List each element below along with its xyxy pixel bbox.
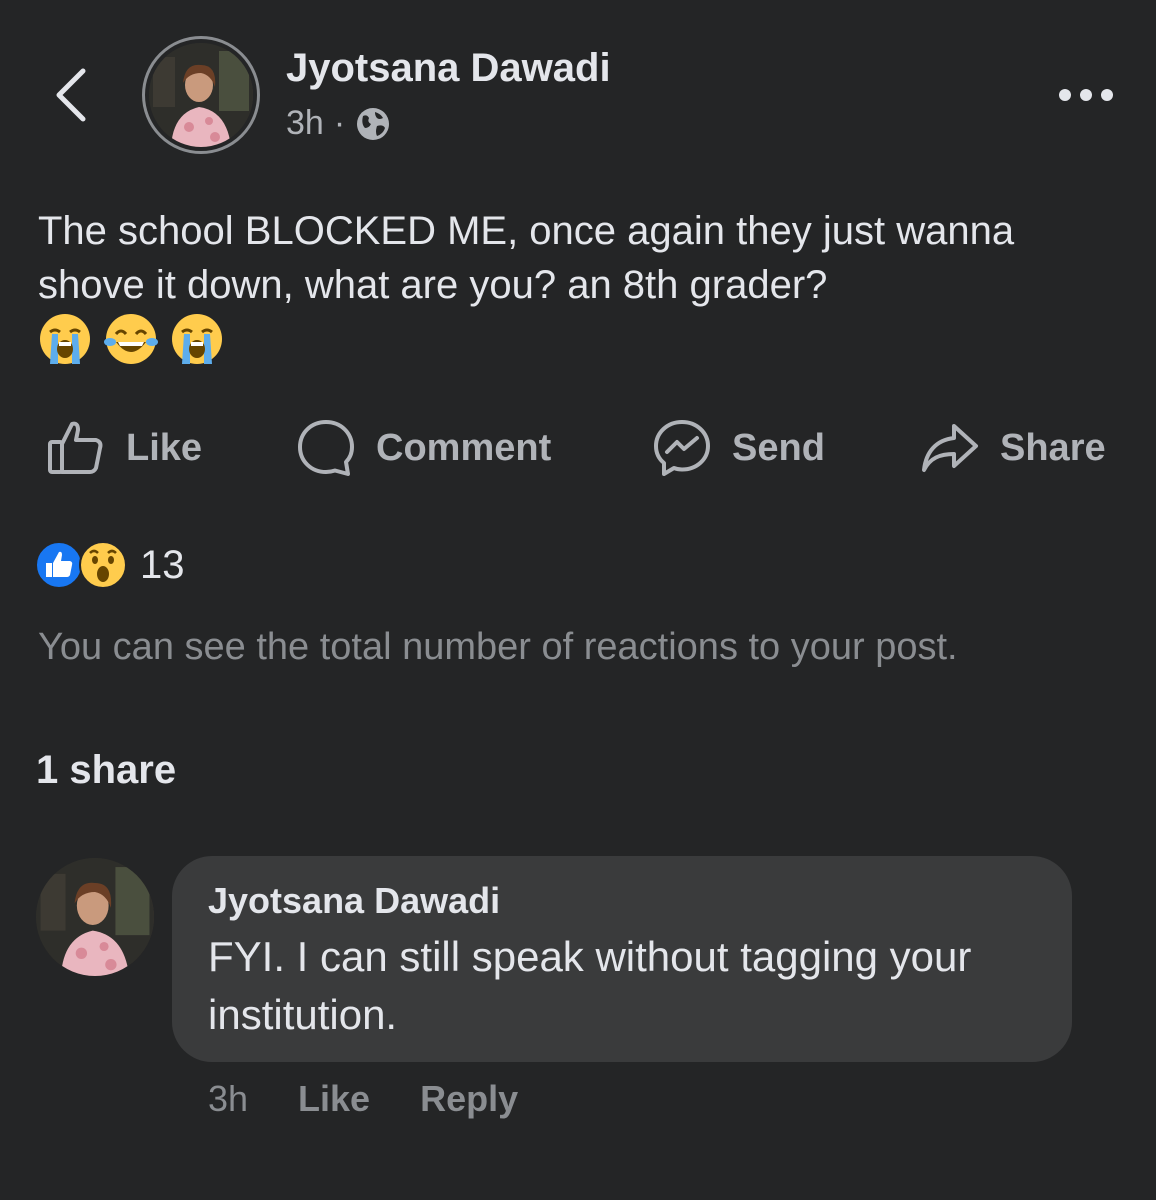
comment-time: 3h	[208, 1078, 249, 1119]
back-button[interactable]	[40, 60, 100, 130]
comment-text-line: institution.	[208, 991, 398, 1038]
reactions-info-text: You can see the total number of reaction…	[38, 626, 958, 668]
reactions-summary[interactable]: 13	[34, 540, 185, 590]
send-button[interactable]: Send	[652, 412, 825, 484]
like-reaction-icon	[35, 541, 83, 589]
shares-count[interactable]: 1 share	[36, 748, 176, 793]
post-text: The school BLOCKED ME, once again they j…	[38, 209, 1015, 307]
comment-text: FYI. I can still speak without tagging y…	[208, 928, 1036, 1044]
meta-separator: ·	[333, 104, 346, 142]
face-with-tears-of-joy-icon	[104, 314, 158, 364]
author-avatar[interactable]	[142, 36, 260, 154]
comment-author-avatar[interactable]	[36, 858, 154, 976]
comment-bubble-icon	[298, 420, 354, 476]
thumbs-up-icon	[48, 421, 103, 474]
comment-reply-button[interactable]: Reply	[420, 1078, 518, 1120]
send-label: Send	[732, 426, 825, 469]
loudly-crying-face-icon	[172, 314, 222, 364]
chevron-left-icon	[56, 68, 86, 122]
like-label: Like	[126, 426, 203, 469]
comment-text-line: FYI. I can still speak without tagging y…	[208, 933, 972, 980]
comment-author-name[interactable]: Jyotsana Dawadi	[208, 880, 1036, 922]
comment-actions: 3h Like Reply	[208, 1078, 518, 1120]
globe-icon	[357, 107, 390, 140]
share-label: Share	[1000, 426, 1106, 469]
post-time[interactable]: 3h	[286, 104, 324, 143]
loudly-crying-face-icon	[40, 314, 90, 364]
more-horizontal-icon	[1059, 89, 1113, 101]
comment-like-button[interactable]: Like	[298, 1078, 370, 1120]
more-options-button[interactable]	[1048, 72, 1124, 118]
share-arrow-icon	[922, 424, 978, 472]
post-emoji-row	[38, 312, 224, 366]
like-button[interactable]: Like	[46, 412, 202, 484]
comment-button[interactable]: Comment	[296, 412, 551, 484]
comment-bubble: Jyotsana Dawadi FYI. I can still speak w…	[172, 856, 1072, 1062]
wow-reaction-icon	[79, 541, 127, 589]
post-meta: 3h ·	[286, 104, 391, 143]
post-author-name[interactable]: Jyotsana Dawadi	[286, 46, 611, 91]
comment-label: Comment	[376, 426, 552, 469]
reaction-count: 13	[140, 542, 185, 587]
avatar-photo	[149, 43, 253, 147]
messenger-icon	[654, 420, 710, 476]
share-button[interactable]: Share	[920, 412, 1106, 484]
